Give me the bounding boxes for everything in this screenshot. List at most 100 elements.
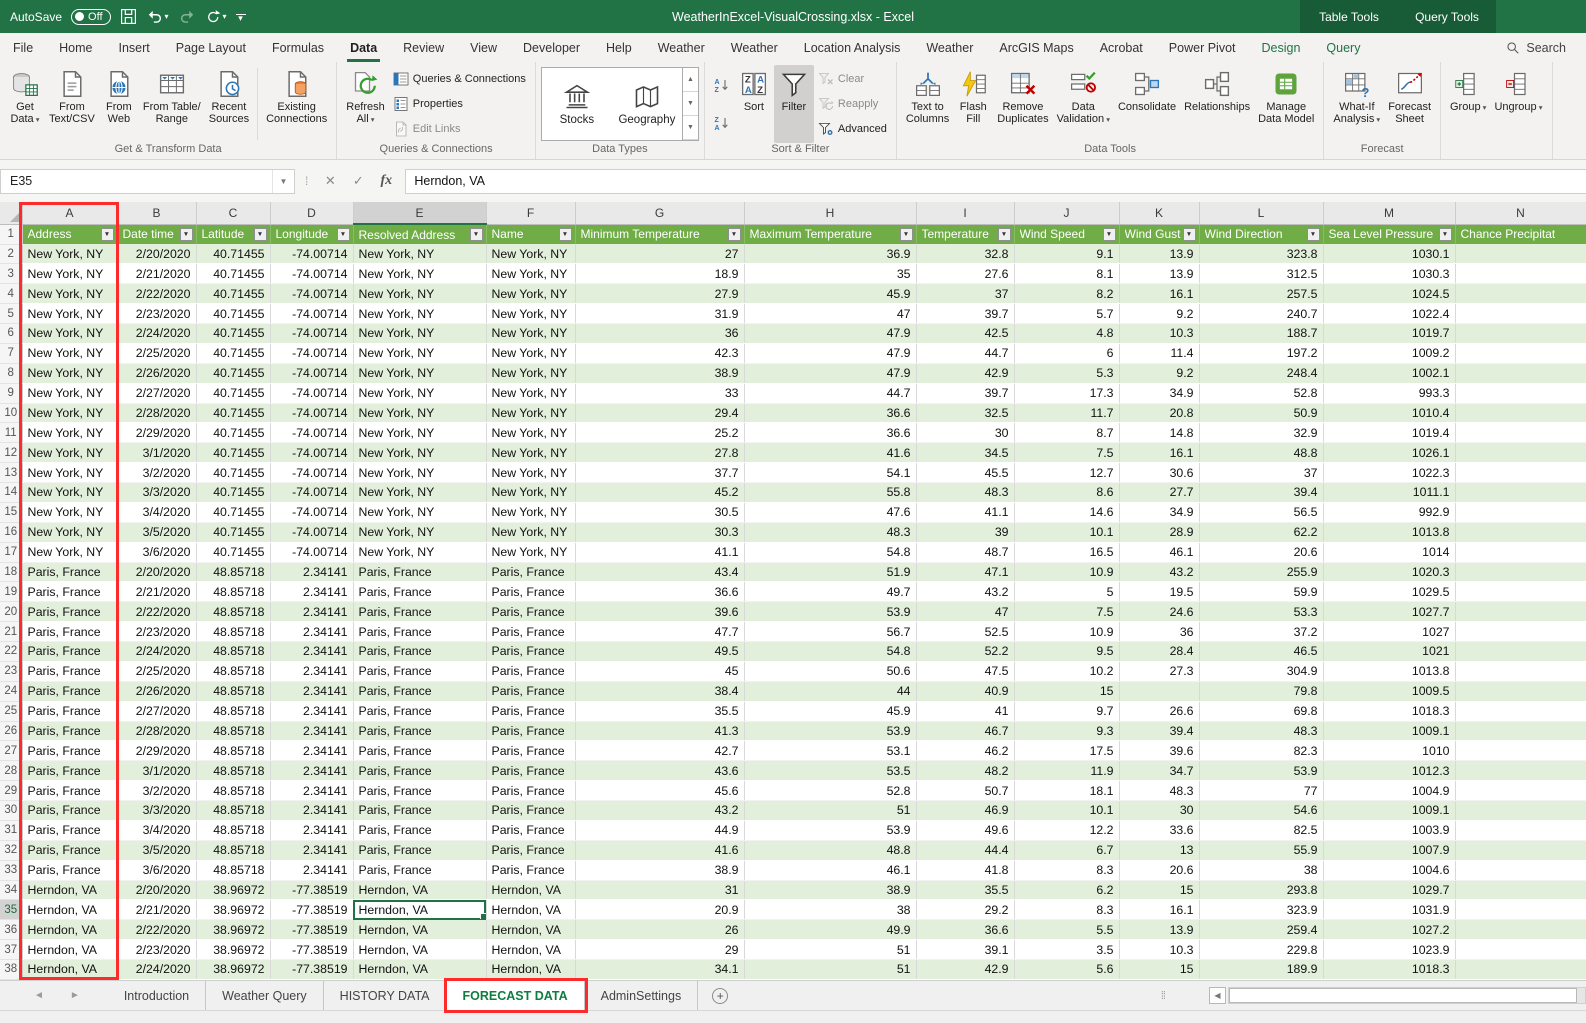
cell[interactable]: 1027.2: [1323, 920, 1455, 940]
cell[interactable]: 1021: [1323, 642, 1455, 662]
cell[interactable]: [1455, 304, 1586, 324]
row-header-19[interactable]: 19: [0, 582, 22, 602]
sheet-tab-weather-query[interactable]: Weather Query: [206, 981, 324, 1010]
cell[interactable]: Paris, France: [353, 820, 486, 840]
from-text-csv-button[interactable]: FromText/CSV: [45, 65, 99, 143]
cell[interactable]: 36.6: [575, 582, 744, 602]
cell[interactable]: -74.00714: [270, 483, 353, 503]
cell[interactable]: New York, NY: [22, 502, 117, 522]
cell[interactable]: 47.1: [916, 562, 1014, 582]
cell[interactable]: 9.7: [1014, 701, 1119, 721]
cell[interactable]: 6.7: [1014, 840, 1119, 860]
cell[interactable]: 33: [575, 383, 744, 403]
sheet-tab-forecast-data[interactable]: FORECAST DATA: [447, 981, 585, 1010]
cell[interactable]: 8.7: [1014, 423, 1119, 443]
row-header-4[interactable]: 4: [0, 284, 22, 304]
row-header-14[interactable]: 14: [0, 483, 22, 503]
from-web-button[interactable]: FromWeb: [99, 65, 139, 143]
text-to-columns-button[interactable]: Text toColumns: [902, 65, 953, 143]
cell[interactable]: 7.5: [1014, 602, 1119, 622]
cell[interactable]: 37: [1199, 463, 1323, 483]
cell[interactable]: 11.7: [1014, 403, 1119, 423]
table-header-latitude[interactable]: Latitude▼: [196, 224, 270, 244]
new-sheet-button[interactable]: +: [698, 981, 742, 1010]
cell[interactable]: New York, NY: [486, 502, 575, 522]
cell[interactable]: New York, NY: [353, 522, 486, 542]
cell[interactable]: Paris, France: [353, 840, 486, 860]
cell[interactable]: 52.8: [1199, 383, 1323, 403]
cell[interactable]: Paris, France: [353, 761, 486, 781]
cell[interactable]: 49.5: [575, 642, 744, 662]
cell[interactable]: Paris, France: [22, 820, 117, 840]
cell[interactable]: 27.6: [916, 264, 1014, 284]
cell[interactable]: 53.1: [744, 741, 916, 761]
cell[interactable]: Paris, France: [353, 562, 486, 582]
cell[interactable]: 28.4: [1119, 642, 1199, 662]
table-header-name[interactable]: Name▼: [486, 224, 575, 244]
cell[interactable]: 40.71455: [196, 542, 270, 562]
cell[interactable]: 51: [744, 960, 916, 980]
cell[interactable]: 1007.9: [1323, 840, 1455, 860]
cell[interactable]: 41.6: [575, 840, 744, 860]
cell[interactable]: 19.5: [1119, 582, 1199, 602]
cell[interactable]: 15: [1119, 960, 1199, 980]
cell[interactable]: New York, NY: [353, 443, 486, 463]
tab-weather[interactable]: Weather: [645, 33, 718, 62]
column-header-n[interactable]: N: [1455, 202, 1586, 224]
ink-replay-icon[interactable]: ▾: [205, 8, 227, 25]
cell[interactable]: 40.71455: [196, 423, 270, 443]
cell[interactable]: Paris, France: [486, 562, 575, 582]
select-all-corner[interactable]: [0, 202, 22, 224]
cell[interactable]: 9.2: [1119, 363, 1199, 383]
cell[interactable]: 27.8: [575, 443, 744, 463]
cell[interactable]: [1455, 820, 1586, 840]
cell[interactable]: 2/23/2020: [117, 304, 196, 324]
cell[interactable]: -74.00714: [270, 423, 353, 443]
horizontal-scrollbar[interactable]: [1228, 987, 1586, 1004]
row-header-35[interactable]: 35: [0, 900, 22, 920]
cell[interactable]: 1029.5: [1323, 582, 1455, 602]
cell[interactable]: New York, NY: [353, 502, 486, 522]
cell[interactable]: 29.4: [575, 403, 744, 423]
cell[interactable]: 41.8: [916, 860, 1014, 880]
cell[interactable]: 3/6/2020: [117, 860, 196, 880]
cell[interactable]: [1455, 343, 1586, 363]
tab-acrobat[interactable]: Acrobat: [1087, 33, 1156, 62]
cell[interactable]: 59.9: [1199, 582, 1323, 602]
column-header-c[interactable]: C: [196, 202, 270, 224]
cell[interactable]: 41.1: [575, 542, 744, 562]
cell[interactable]: 36: [575, 324, 744, 344]
cell[interactable]: 52.5: [916, 622, 1014, 642]
cell[interactable]: -77.38519: [270, 960, 353, 980]
cell[interactable]: 47.9: [744, 324, 916, 344]
tab-location-analysis[interactable]: Location Analysis: [791, 33, 914, 62]
cell[interactable]: Herndon, VA: [22, 960, 117, 980]
cell[interactable]: 36.9: [744, 244, 916, 264]
cell[interactable]: 39.1: [916, 940, 1014, 960]
cell[interactable]: Herndon, VA: [353, 920, 486, 940]
cell[interactable]: 1022.4: [1323, 304, 1455, 324]
cell[interactable]: 2/24/2020: [117, 324, 196, 344]
clear-button[interactable]: Clear: [814, 70, 891, 88]
cell[interactable]: 2.34141: [270, 701, 353, 721]
cell[interactable]: New York, NY: [22, 324, 117, 344]
cell[interactable]: 29: [575, 940, 744, 960]
row-header-31[interactable]: 31: [0, 820, 22, 840]
row-header-26[interactable]: 26: [0, 721, 22, 741]
cell[interactable]: -77.38519: [270, 920, 353, 940]
cell[interactable]: 10.1: [1014, 801, 1119, 821]
filter-dropdown-icon[interactable]: ▼: [900, 228, 913, 241]
cell[interactable]: 1002.1: [1323, 363, 1455, 383]
get-data-button[interactable]: GetData ▾: [5, 65, 45, 143]
cell[interactable]: 39: [916, 522, 1014, 542]
filter-dropdown-icon[interactable]: ▼: [180, 228, 193, 241]
cell[interactable]: 38.96972: [196, 940, 270, 960]
table-header-wind-gust[interactable]: Wind Gust▼: [1119, 224, 1199, 244]
cell[interactable]: 42.9: [916, 363, 1014, 383]
cell[interactable]: 14.6: [1014, 502, 1119, 522]
cell[interactable]: 12.7: [1014, 463, 1119, 483]
row-header-9[interactable]: 9: [0, 383, 22, 403]
cell[interactable]: 8.3: [1014, 900, 1119, 920]
sort-asc-button[interactable]: AZ: [710, 76, 734, 94]
table-header-wind-speed[interactable]: Wind Speed▼: [1014, 224, 1119, 244]
